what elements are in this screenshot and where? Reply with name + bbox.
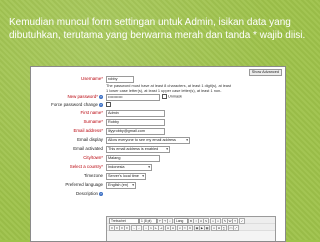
unmask-toggle[interactable]: Unmask bbox=[162, 94, 182, 100]
font-size-select[interactable]: 1 (8 pt) bbox=[139, 217, 157, 224]
new-password-row: New password*? ••••••••••• Unmask bbox=[31, 93, 285, 101]
superscript-icon[interactable]: x bbox=[215, 217, 221, 224]
first-name-row: First name* Admin bbox=[31, 109, 285, 117]
unmask-checkbox[interactable] bbox=[162, 94, 167, 99]
surname-row: Surname* Robby bbox=[31, 118, 285, 126]
force-password-row: Force password change? bbox=[31, 101, 285, 109]
first-name-label: First name* bbox=[80, 110, 103, 115]
first-name-input[interactable]: Admin bbox=[106, 109, 165, 117]
find-icon[interactable]: ⌕ bbox=[167, 217, 173, 224]
table-icon[interactable]: ▦ bbox=[204, 224, 210, 231]
email-input[interactable]: lilyyrobby@gmail.com bbox=[106, 127, 165, 135]
language-select[interactable]: English (en) bbox=[106, 181, 136, 189]
email-activated-select[interactable]: This email address is enabled bbox=[106, 145, 170, 153]
description-label: Description? bbox=[76, 191, 103, 196]
city-input[interactable]: Malang bbox=[106, 154, 160, 162]
strikethrough-icon[interactable]: S bbox=[203, 217, 209, 224]
city-row: City/town* Malang bbox=[31, 154, 285, 162]
email-activated-label: Email activated bbox=[73, 146, 103, 151]
password-rules-row: The password must have at least 8 charac… bbox=[31, 75, 285, 98]
timezone-select[interactable]: Server's local time bbox=[106, 172, 146, 180]
force-password-label: Force password change? bbox=[51, 102, 103, 107]
highlight-icon[interactable]: A bbox=[170, 224, 176, 231]
language-label: Preferred language bbox=[65, 182, 103, 187]
editor-toolbar-1: Trebuchet 1 (8 pt) ↶ ↷ ⌕ Lang B I U S x … bbox=[107, 217, 275, 224]
email-activated-row: Email activated This email address is en… bbox=[31, 145, 285, 153]
font-family-select[interactable]: Trebuchet bbox=[109, 217, 139, 224]
admin-settings-form: Show Advanced Username* robby The passwo… bbox=[30, 66, 286, 242]
spellcheck-icon[interactable]: ✓ bbox=[239, 217, 245, 224]
email-display-row: Email display Allow everyone to see my e… bbox=[31, 136, 285, 144]
force-password-checkbox[interactable] bbox=[106, 102, 111, 107]
description-editor[interactable]: Trebuchet 1 (8 pt) ↶ ↷ ⌕ Lang B I U S x … bbox=[106, 216, 276, 241]
slide-caption: Kemudian muncul form settingan untuk Adm… bbox=[9, 17, 306, 41]
email-label: Email address* bbox=[73, 128, 103, 133]
help-icon[interactable]: ? bbox=[99, 94, 103, 99]
language-row: Preferred language English (en) bbox=[31, 181, 285, 189]
equation-icon[interactable]: ∑ bbox=[221, 224, 227, 231]
timezone-row: Timezone Server's local time bbox=[31, 172, 285, 180]
surname-input[interactable]: Robby bbox=[106, 118, 165, 126]
country-label: Select a country* bbox=[69, 164, 103, 169]
help-icon[interactable]: ? bbox=[99, 191, 103, 196]
paste-text-icon[interactable]: T bbox=[232, 217, 238, 224]
city-label: City/town* bbox=[83, 155, 103, 160]
email-display-label: Email display bbox=[77, 137, 103, 142]
surname-label: Surname* bbox=[83, 119, 103, 124]
anchor-icon[interactable]: ⚓ bbox=[187, 224, 193, 231]
rtl-icon[interactable]: ‹ bbox=[136, 224, 142, 231]
country-select[interactable]: Indonesia bbox=[106, 163, 152, 171]
fullscreen-icon[interactable]: ⤢ bbox=[233, 224, 239, 231]
timezone-label: Timezone bbox=[83, 173, 103, 178]
justify-icon[interactable]: ≡ bbox=[124, 224, 130, 231]
help-icon[interactable]: ? bbox=[99, 102, 103, 107]
email-display-select[interactable]: Allow everyone to see my email address bbox=[106, 136, 190, 144]
email-row: Email address* lilyyrobby@gmail.com bbox=[31, 127, 285, 135]
unmask-label: Unmask bbox=[168, 94, 182, 99]
editor-toolbar-2: ≡ ≡ ≡ ≡ › ‹ • 1 ⇤ ⇥ A A ∞ ✂ ⚓ ▣ ▶ ▦ ☺ Ω … bbox=[107, 224, 275, 231]
description-row: Description? bbox=[31, 190, 285, 198]
country-row: Select a country* Indonesia bbox=[31, 163, 285, 171]
language-select[interactable]: Lang bbox=[174, 217, 188, 224]
new-password-input[interactable]: ••••••••••• bbox=[106, 93, 160, 101]
new-password-label: New password*? bbox=[67, 94, 103, 99]
indent-icon[interactable]: ⇥ bbox=[158, 224, 164, 231]
